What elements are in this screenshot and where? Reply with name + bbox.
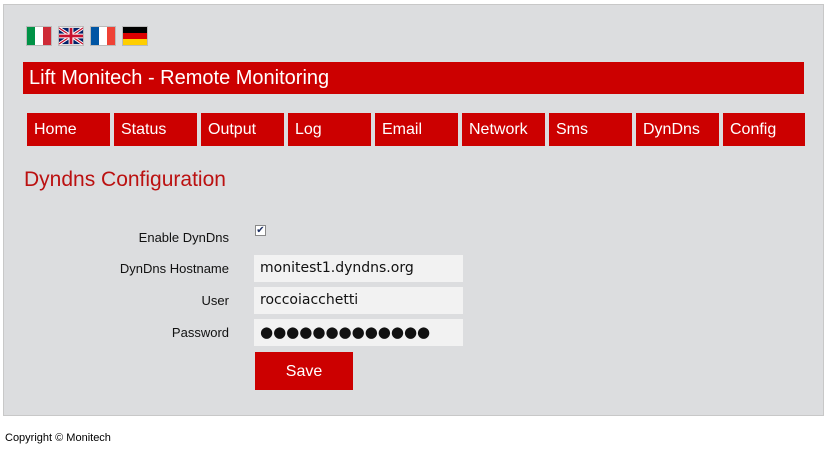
app-title-banner: Lift Monitech - Remote Monitoring <box>23 62 804 94</box>
nav-email[interactable]: Email <box>375 113 458 146</box>
nav-log[interactable]: Log <box>288 113 371 146</box>
french-flag-icon[interactable] <box>90 26 116 46</box>
language-selector <box>26 26 148 46</box>
nav-dyndns[interactable]: DynDns <box>636 113 719 146</box>
password-input[interactable]: ●●●●●●●●●●●●● <box>254 319 463 346</box>
uk-flag-icon[interactable] <box>58 26 84 46</box>
user-label: User <box>201 293 229 308</box>
german-flag-icon[interactable] <box>122 26 148 46</box>
nav-status[interactable]: Status <box>114 113 197 146</box>
page-title: Dyndns Configuration <box>24 168 226 191</box>
nav-network[interactable]: Network <box>462 113 545 146</box>
hostname-label: DynDns Hostname <box>119 261 229 276</box>
save-button[interactable]: Save <box>255 352 353 390</box>
nav-home[interactable]: Home <box>27 113 110 146</box>
user-input[interactable]: roccoiacchetti <box>254 287 463 314</box>
nav-config[interactable]: Config <box>723 113 805 146</box>
nav-sms[interactable]: Sms <box>549 113 632 146</box>
hostname-input[interactable]: monitest1.dyndns.org <box>254 255 463 282</box>
enable-dyndns-checkbox[interactable]: ✔ <box>255 225 266 236</box>
copyright-text: Copyright © Monitech <box>5 432 111 444</box>
italian-flag-icon[interactable] <box>26 26 52 46</box>
enable-dyndns-label: Enable DynDns <box>138 230 229 245</box>
nav-output[interactable]: Output <box>201 113 284 146</box>
password-label: Password <box>171 325 229 340</box>
